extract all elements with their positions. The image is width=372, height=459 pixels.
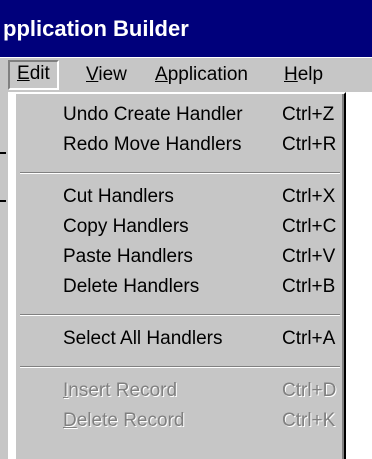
menu-item-paste-handlers[interactable]: Paste Handlers Ctrl+V (16, 242, 342, 272)
menu-item-shortcut: Ctrl+K (282, 410, 336, 431)
menu-item-label: Paste Handlers (63, 246, 193, 267)
menu-item-redo-move-handlers[interactable]: Redo Move Handlers Ctrl+R (16, 130, 342, 160)
menu-view[interactable]: View (86, 61, 127, 89)
window-title: pplication Builder (0, 0, 372, 57)
background-tick (0, 152, 6, 154)
menu-item-label: Delete Record (63, 410, 184, 432)
menu-help-rest: elp (297, 64, 324, 85)
menu-item-delete-handlers[interactable]: Delete Handlers Ctrl+B (16, 272, 342, 302)
background-tick (0, 200, 6, 202)
menu-item-label: Insert Record (63, 380, 177, 402)
menu-edit-rest: dit (29, 63, 50, 84)
menu-item-shortcut: Ctrl+R (282, 134, 337, 155)
menu-separator (20, 366, 340, 368)
window-background-right (346, 92, 372, 459)
menu-item-shortcut: Ctrl+V (282, 246, 336, 267)
menu-item-shortcut: Ctrl+D (282, 380, 337, 401)
menu-item-shortcut: Ctrl+X (282, 186, 336, 207)
menu-item-label: Undo Create Handler (63, 104, 243, 125)
menu-item-label: Delete Handlers (63, 276, 200, 297)
menu-item-label-rest: nsert Record (68, 380, 178, 401)
menu-view-rest: iew (98, 64, 127, 85)
menu-item-shortcut: Ctrl+C (282, 216, 337, 237)
menu-item-copy-handlers[interactable]: Copy Handlers Ctrl+C (16, 212, 342, 242)
menu-item-select-all-handlers[interactable]: Select All Handlers Ctrl+A (16, 324, 342, 354)
window-background (0, 92, 8, 459)
menu-item-cut-handlers[interactable]: Cut Handlers Ctrl+X (16, 182, 342, 212)
menu-item-shortcut: Ctrl+Z (282, 104, 335, 125)
menu-item-shortcut: Ctrl+B (282, 276, 336, 297)
menu-item-undo-create-handler[interactable]: Undo Create Handler Ctrl+Z (16, 100, 342, 130)
menu-edit[interactable]: Edit (8, 60, 59, 90)
menu-item-label: Select All Handlers (63, 328, 223, 349)
menu-application-accel: A (155, 64, 168, 85)
menu-item-label: Copy Handlers (63, 216, 189, 237)
menu-view-accel: V (86, 64, 99, 85)
menu-item-label: Cut Handlers (63, 186, 174, 207)
menu-item-delete-record[interactable]: Delete Record Ctrl+K (16, 406, 342, 436)
edit-dropdown-menu: Undo Create Handler Ctrl+Z Redo Move Han… (14, 92, 346, 459)
menu-item-label-rest: elete Record (76, 410, 185, 431)
menu-help-accel: H (284, 64, 298, 85)
menu-application-rest: pplication (167, 64, 248, 85)
menu-item-label: Redo Move Handlers (63, 134, 242, 155)
menu-item-accel: D (63, 410, 77, 431)
menu-separator (20, 314, 340, 316)
menu-edit-accel: E (17, 63, 30, 84)
menu-separator (20, 172, 340, 174)
menu-item-insert-record[interactable]: Insert Record Ctrl+D (16, 376, 342, 406)
menu-bar: Edit View Application Help (0, 57, 372, 92)
menu-help[interactable]: Help (284, 61, 323, 89)
menu-application[interactable]: Application (155, 61, 248, 89)
menu-item-shortcut: Ctrl+A (282, 328, 336, 349)
